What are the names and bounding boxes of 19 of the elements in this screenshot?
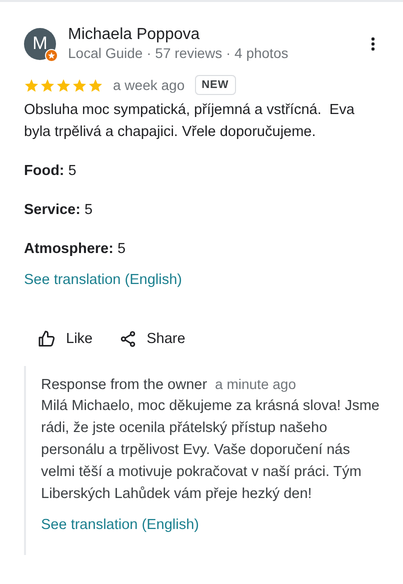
thumbs-up-icon — [38, 330, 56, 348]
rating-line: Atmosphere: 5 — [24, 240, 127, 259]
rating-line: Food: 5 — [24, 162, 78, 181]
share-button[interactable]: Share — [114, 326, 190, 352]
review-time: a week ago — [113, 77, 185, 93]
more-options-icon — [371, 36, 375, 50]
new-badge: NEW — [194, 75, 236, 95]
reviewer-name[interactable]: Michaela Poppova — [68, 26, 355, 44]
review-text: Obsluha moc sympatická, příjemná a vstřícná. Eva byla trpělivá a chapajici. Vřele doporučujeme. — [24, 101, 356, 142]
response-time: a minute ago — [215, 376, 296, 392]
translation-link[interactable]: See translation (English) — [24, 272, 182, 288]
like-button[interactable]: Like — [34, 326, 97, 352]
share-icon — [118, 330, 137, 348]
response-title: Response from the owner — [41, 377, 208, 393]
user-avatar[interactable]: M — [24, 28, 56, 60]
translation-link[interactable]: See translation (English) — [41, 517, 199, 533]
rating-line: Service: 5 — [24, 201, 94, 220]
reviewer-meta: Local Guide · 57 reviews · 4 photos — [68, 45, 290, 61]
response-text: Milá Michaelo, moc děkujeme za krásná slova! Jsme rádi, že jste ocenila přátelský přístup našeho personálu a trpělivost Evy. Vaše doporučení nás velmi těší a motivuje pokračovat v naší práci. Tým Liberských Lahůdek vám přeje hezký den! — [41, 397, 380, 504]
